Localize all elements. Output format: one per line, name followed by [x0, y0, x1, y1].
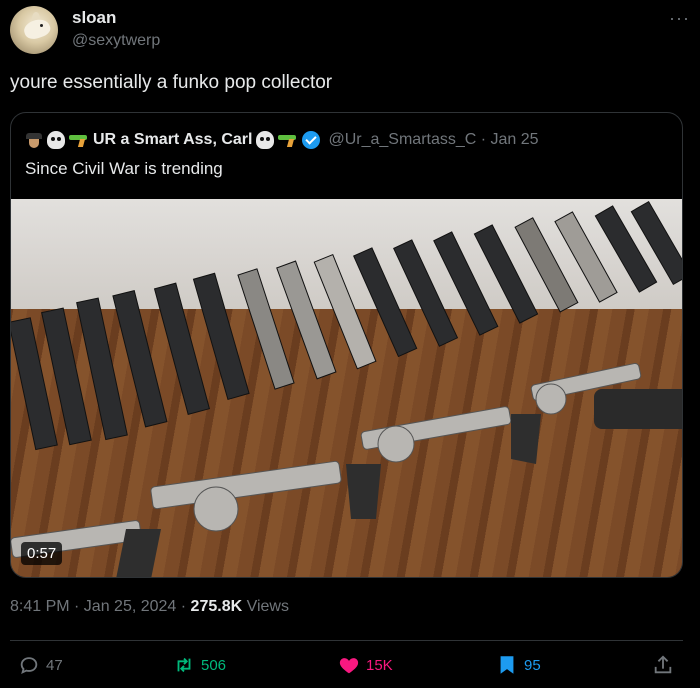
- divider: [10, 640, 683, 641]
- quoted-tweet-header: UR a Smart Ass, Carl @Ur_a_Smartass_C · …: [25, 129, 539, 151]
- action-bar: 47 506 15K 95: [18, 654, 678, 680]
- repost-count: 506: [201, 656, 227, 674]
- verified-badge-icon: [302, 131, 321, 149]
- spy-emoji-icon: [25, 131, 43, 149]
- share-icon: [654, 655, 672, 674]
- quoted-tweet[interactable]: UR a Smart Ass, Carl @Ur_a_Smartass_C · …: [10, 112, 683, 578]
- skull-emoji-icon: [256, 131, 275, 149]
- like-button[interactable]: 15K: [338, 654, 393, 676]
- repost-icon: [177, 657, 191, 673]
- tweet-meta: 8:41 PM · Jan 25, 2024 · 275.8K Views: [10, 598, 289, 616]
- quoted-author-name[interactable]: UR a Smart Ass, Carl: [93, 131, 252, 149]
- more-options-icon[interactable]: ···: [669, 8, 690, 29]
- avatar[interactable]: [10, 6, 58, 54]
- reply-count: 47: [46, 656, 63, 674]
- author-name[interactable]: sloan: [72, 8, 116, 28]
- pistol-emoji-icon: [69, 134, 89, 146]
- video-duration: 0:57: [21, 542, 63, 565]
- tweet-header: sloan @sexytwerp ···: [10, 6, 690, 56]
- reply-button[interactable]: 47: [18, 654, 63, 676]
- bookmark-icon: [500, 656, 514, 674]
- bookmark-count: 95: [524, 656, 541, 674]
- timestamp[interactable]: 8:41 PM · Jan 25, 2024 ·: [10, 598, 191, 615]
- reply-icon: [20, 657, 38, 674]
- repost-button[interactable]: 506: [173, 654, 226, 676]
- guns-image: [11, 200, 682, 577]
- heart-icon: [339, 658, 359, 674]
- video-thumbnail[interactable]: 0:57: [11, 199, 682, 577]
- quoted-tweet-text: Since Civil War is trending: [25, 159, 223, 178]
- tweet-text: youre essentially a funko pop collector: [10, 72, 333, 93]
- like-count: 15K: [366, 656, 393, 674]
- views-label: Views: [242, 598, 289, 615]
- pistol-emoji-icon: [278, 134, 298, 146]
- quoted-author-handle[interactable]: @Ur_a_Smartass_C · Jan 25: [328, 131, 538, 149]
- bookmark-button[interactable]: 95: [496, 654, 541, 676]
- views-count: 275.8K: [190, 598, 243, 615]
- author-handle[interactable]: @sexytwerp: [72, 32, 160, 50]
- share-button[interactable]: [652, 654, 674, 676]
- skull-emoji-icon: [47, 131, 65, 149]
